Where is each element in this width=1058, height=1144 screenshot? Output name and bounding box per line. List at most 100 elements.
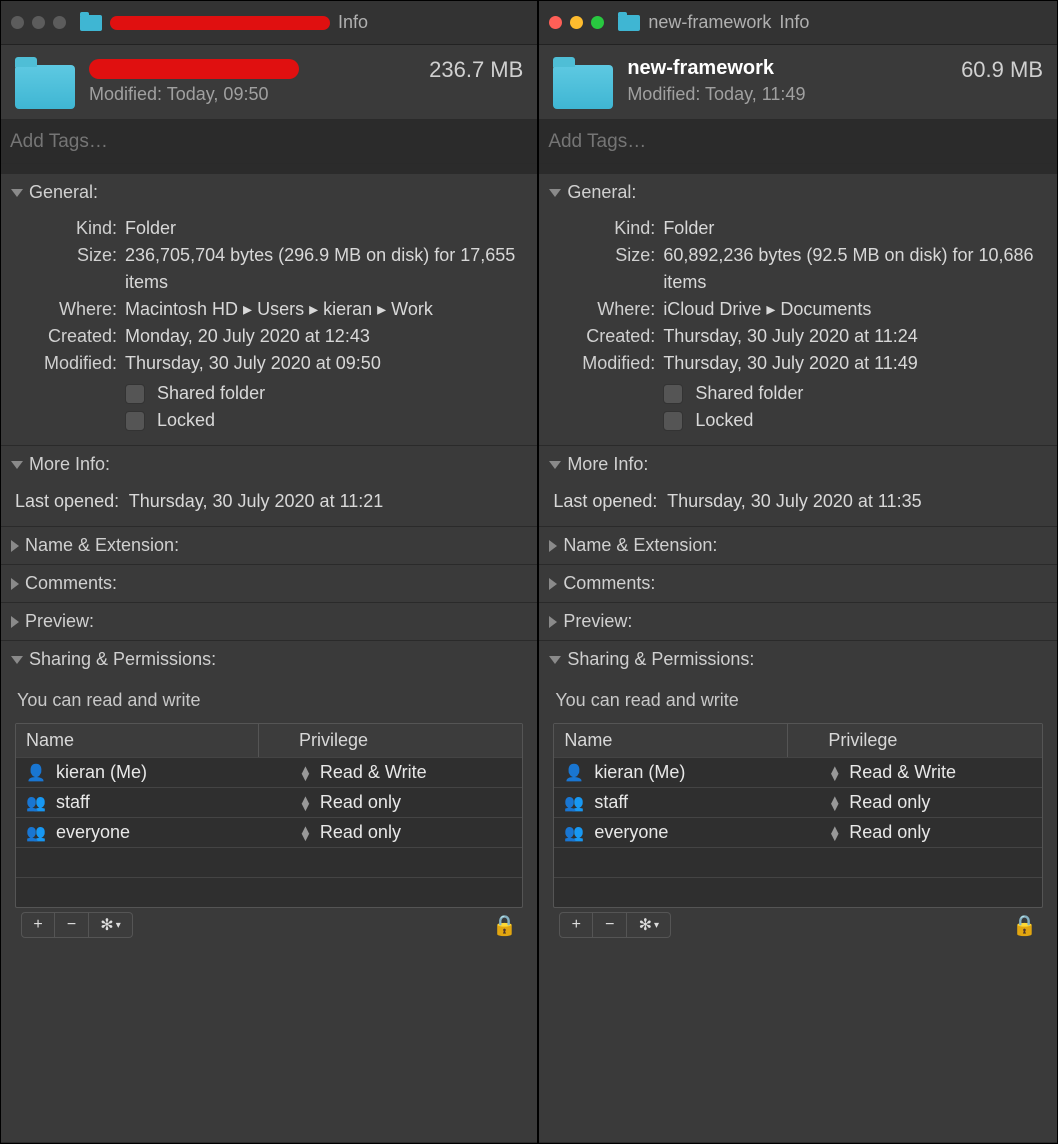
user-icon: 👤: [26, 763, 46, 783]
chevron-right-icon: [11, 540, 19, 552]
locked-checkbox[interactable]: [125, 411, 145, 431]
modified-value: Thursday, 30 July 2020 at 11:49: [663, 350, 1043, 377]
stepper-icon[interactable]: ▲▼: [828, 766, 841, 780]
info-window-2: new-framework Info new-framework Modifie…: [538, 0, 1058, 1144]
chevron-right-icon: [549, 616, 557, 628]
table-row: [554, 847, 1042, 877]
table-row[interactable]: 👤kieran (Me)▲▼Read & Write: [16, 757, 522, 787]
close-button[interactable]: [11, 16, 24, 29]
size-label: Size:: [15, 242, 125, 296]
action-menu[interactable]: ✻ ▾: [89, 912, 133, 938]
info-window-1: Info Modified: Today, 09:50 236.7 MB Gen…: [0, 0, 538, 1144]
last-opened-label: Last opened:: [553, 491, 657, 511]
table-row[interactable]: 👥everyone▲▼Read only: [16, 817, 522, 847]
sharing-desc: You can read and write: [553, 682, 1043, 723]
chevron-right-icon: [11, 616, 19, 628]
name-extension-disclosure[interactable]: Name & Extension:: [1, 527, 537, 564]
general-section: General: Kind:Folder Size:60,892,236 byt…: [539, 174, 1057, 446]
size-value: 60.9 MB: [961, 57, 1043, 83]
remove-button[interactable]: −: [55, 912, 89, 938]
close-button[interactable]: [549, 16, 562, 29]
chevron-down-icon: [549, 461, 561, 469]
title-name: new-framework: [648, 12, 771, 33]
more-info-disclosure[interactable]: More Info:: [539, 446, 1057, 483]
chevron-down-icon: [11, 656, 23, 664]
created-value: Monday, 20 July 2020 at 12:43: [125, 323, 523, 350]
tags-field[interactable]: [539, 120, 1057, 164]
more-info-disclosure[interactable]: More Info:: [1, 446, 537, 483]
preview-disclosure[interactable]: Preview:: [539, 603, 1057, 640]
lock-icon[interactable]: 🔒: [1012, 913, 1037, 938]
comments-disclosure[interactable]: Comments:: [1, 565, 537, 602]
folder-icon: [553, 65, 613, 109]
table-row[interactable]: 👥staff▲▼Read only: [16, 787, 522, 817]
th-priv[interactable]: Privilege: [788, 724, 1042, 757]
table-row[interactable]: 👤kieran (Me)▲▼Read & Write: [554, 757, 1042, 787]
name-extension-disclosure[interactable]: Name & Extension:: [539, 527, 1057, 564]
general-label: General:: [567, 182, 636, 203]
modified-label: Modified:: [89, 84, 162, 104]
titlebar[interactable]: new-framework Info: [539, 1, 1057, 45]
sharing-label: Sharing & Permissions:: [29, 649, 216, 670]
shared-checkbox[interactable]: [125, 384, 145, 404]
general-disclosure[interactable]: General:: [539, 174, 1057, 211]
sharing-disclosure[interactable]: Sharing & Permissions:: [1, 641, 537, 678]
group-icon: 👥: [564, 793, 584, 813]
preview-disclosure[interactable]: Preview:: [1, 603, 537, 640]
general-label: General:: [29, 182, 98, 203]
stepper-icon[interactable]: ▲▼: [299, 826, 312, 840]
tags-field[interactable]: [1, 120, 537, 164]
locked-checkbox[interactable]: [663, 411, 683, 431]
where-value: Macintosh HD ▸ Users ▸ kieran ▸ Work: [125, 296, 523, 323]
comments-disclosure[interactable]: Comments:: [539, 565, 1057, 602]
where-label: Where:: [15, 296, 125, 323]
minimize-button[interactable]: [32, 16, 45, 29]
zoom-button[interactable]: [591, 16, 604, 29]
stepper-icon[interactable]: ▲▼: [828, 826, 841, 840]
th-name[interactable]: Name: [16, 724, 259, 757]
created-label: Created:: [15, 323, 125, 350]
size-value: 236,705,704 bytes (296.9 MB on disk) for…: [125, 242, 523, 296]
where-value: iCloud Drive ▸ Documents: [663, 296, 1043, 323]
titlebar[interactable]: Info: [1, 1, 537, 45]
table-row[interactable]: 👥everyone▲▼Read only: [554, 817, 1042, 847]
user-icon: 👤: [564, 763, 584, 783]
tags-input[interactable]: [10, 131, 528, 153]
general-disclosure[interactable]: General:: [1, 174, 537, 211]
kind-value: Folder: [125, 215, 523, 242]
chevron-right-icon: [549, 540, 557, 552]
add-button[interactable]: +: [559, 912, 593, 938]
modified-value: Today, 09:50: [167, 84, 269, 104]
more-info-section: More Info: Last opened: Thursday, 30 Jul…: [539, 446, 1057, 527]
remove-button[interactable]: −: [593, 912, 627, 938]
minimize-button[interactable]: [570, 16, 583, 29]
zoom-button[interactable]: [53, 16, 66, 29]
sharing-label: Sharing & Permissions:: [567, 649, 754, 670]
locked-label: Locked: [695, 410, 753, 431]
traffic-lights: [549, 16, 604, 29]
action-menu[interactable]: ✻ ▾: [627, 912, 671, 938]
th-priv[interactable]: Privilege: [259, 724, 522, 757]
preview-label: Preview:: [25, 611, 94, 632]
table-row[interactable]: 👥staff▲▼Read only: [554, 787, 1042, 817]
comments-label: Comments:: [25, 573, 117, 594]
sharing-disclosure[interactable]: Sharing & Permissions:: [539, 641, 1057, 678]
stepper-icon[interactable]: ▲▼: [828, 796, 841, 810]
header: Modified: Today, 09:50 236.7 MB: [1, 45, 537, 120]
chevron-down-icon: [11, 189, 23, 197]
sharing-section: Sharing & Permissions: You can read and …: [1, 641, 537, 1143]
name-extension-label: Name & Extension:: [25, 535, 179, 556]
th-name[interactable]: Name: [554, 724, 788, 757]
tags-input[interactable]: [548, 131, 1048, 153]
modified-label: Modified:: [627, 84, 700, 104]
add-button[interactable]: +: [21, 912, 55, 938]
group-icon: 👥: [26, 793, 46, 813]
shared-checkbox[interactable]: [663, 384, 683, 404]
chevron-down-icon: [549, 656, 561, 664]
size-value: 60,892,236 bytes (92.5 MB on disk) for 1…: [663, 242, 1043, 296]
stepper-icon[interactable]: ▲▼: [299, 766, 312, 780]
table-row: [554, 877, 1042, 907]
stepper-icon[interactable]: ▲▼: [299, 796, 312, 810]
size-value: 236.7 MB: [429, 57, 523, 83]
lock-icon[interactable]: 🔒: [492, 913, 517, 938]
